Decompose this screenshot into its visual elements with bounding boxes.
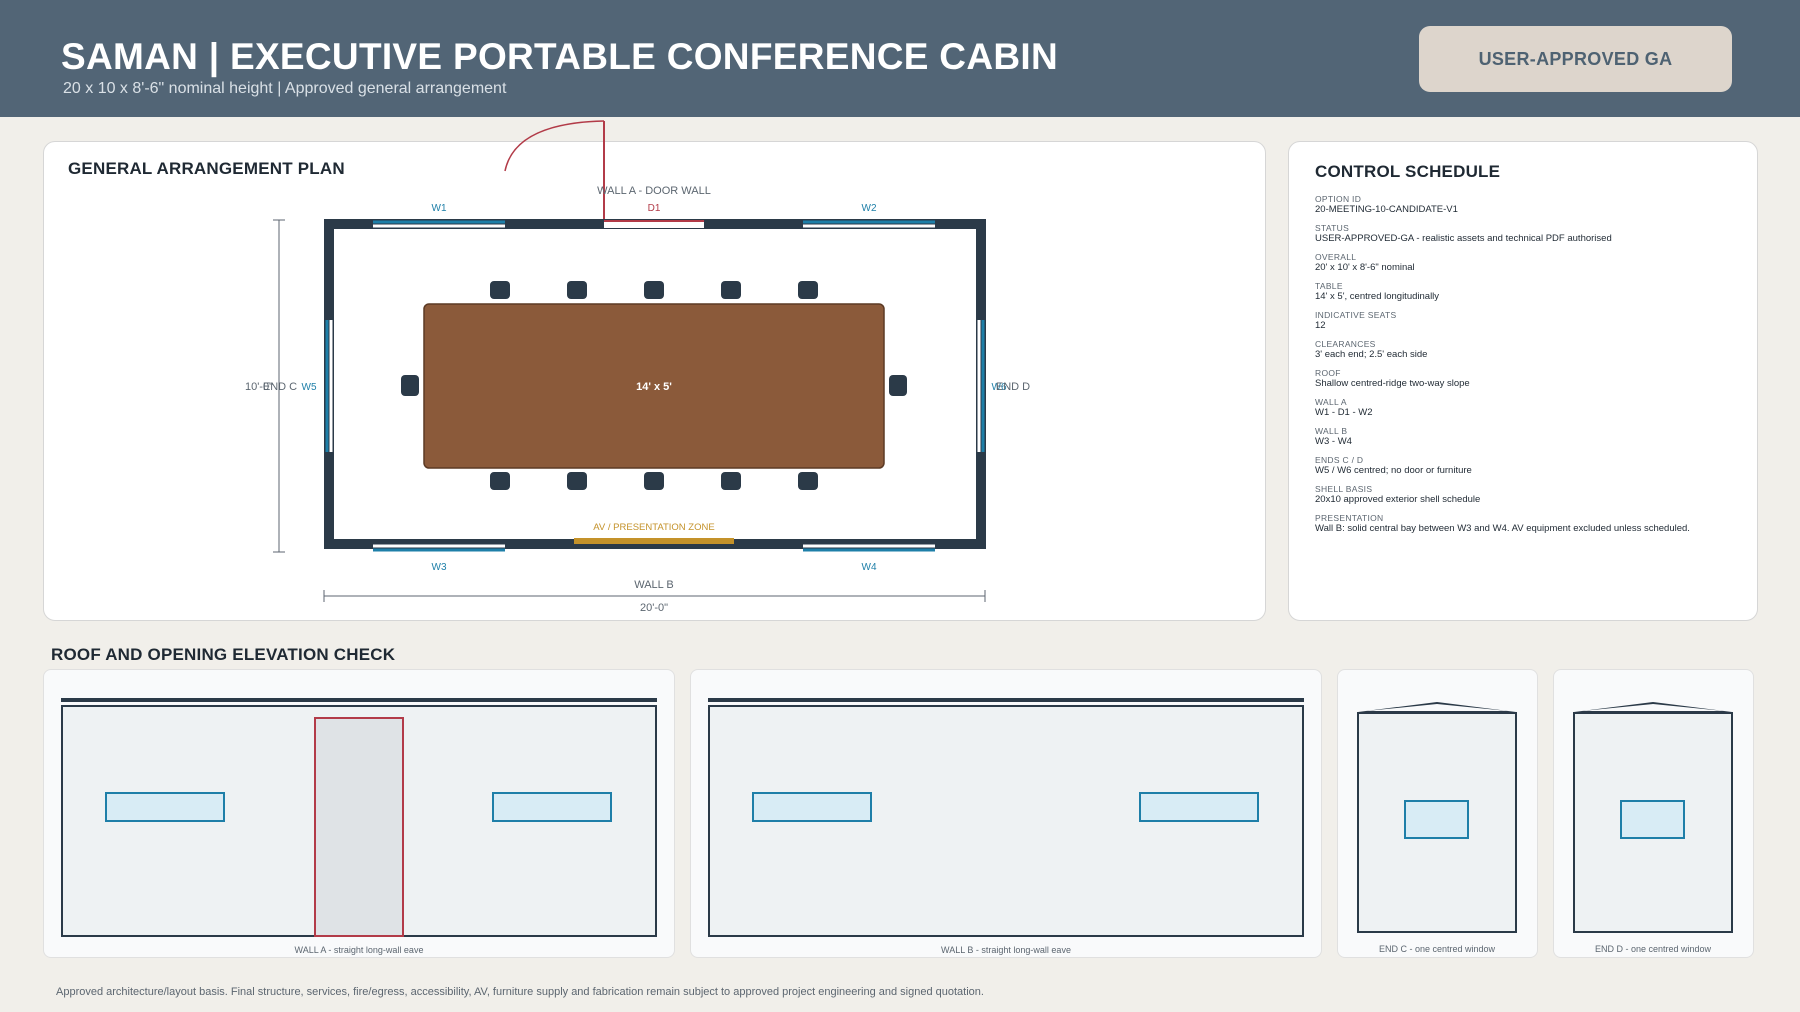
end-c-caption: END C - one centred window xyxy=(1378,944,1496,954)
wall-a-window-w1 xyxy=(105,792,225,822)
wall-a-door-d1 xyxy=(314,717,404,937)
wall-b-caption: WALL B - straight long-wall eave xyxy=(941,945,1071,955)
end-d-caption: END D - one centred window xyxy=(1594,944,1712,954)
wall-b-window-w4 xyxy=(1139,792,1259,822)
wall-a-window-w2 xyxy=(492,792,612,822)
end-d-window-w6 xyxy=(1620,800,1685,839)
end-c-window-w5 xyxy=(1404,800,1469,839)
wall-a-caption: WALL A - straight long-wall eave xyxy=(294,945,424,955)
footer-disclaimer: Approved architecture/layout basis. Fina… xyxy=(56,986,984,998)
elevations-drawing xyxy=(61,698,1733,937)
wall-b-window-w3 xyxy=(752,792,872,822)
